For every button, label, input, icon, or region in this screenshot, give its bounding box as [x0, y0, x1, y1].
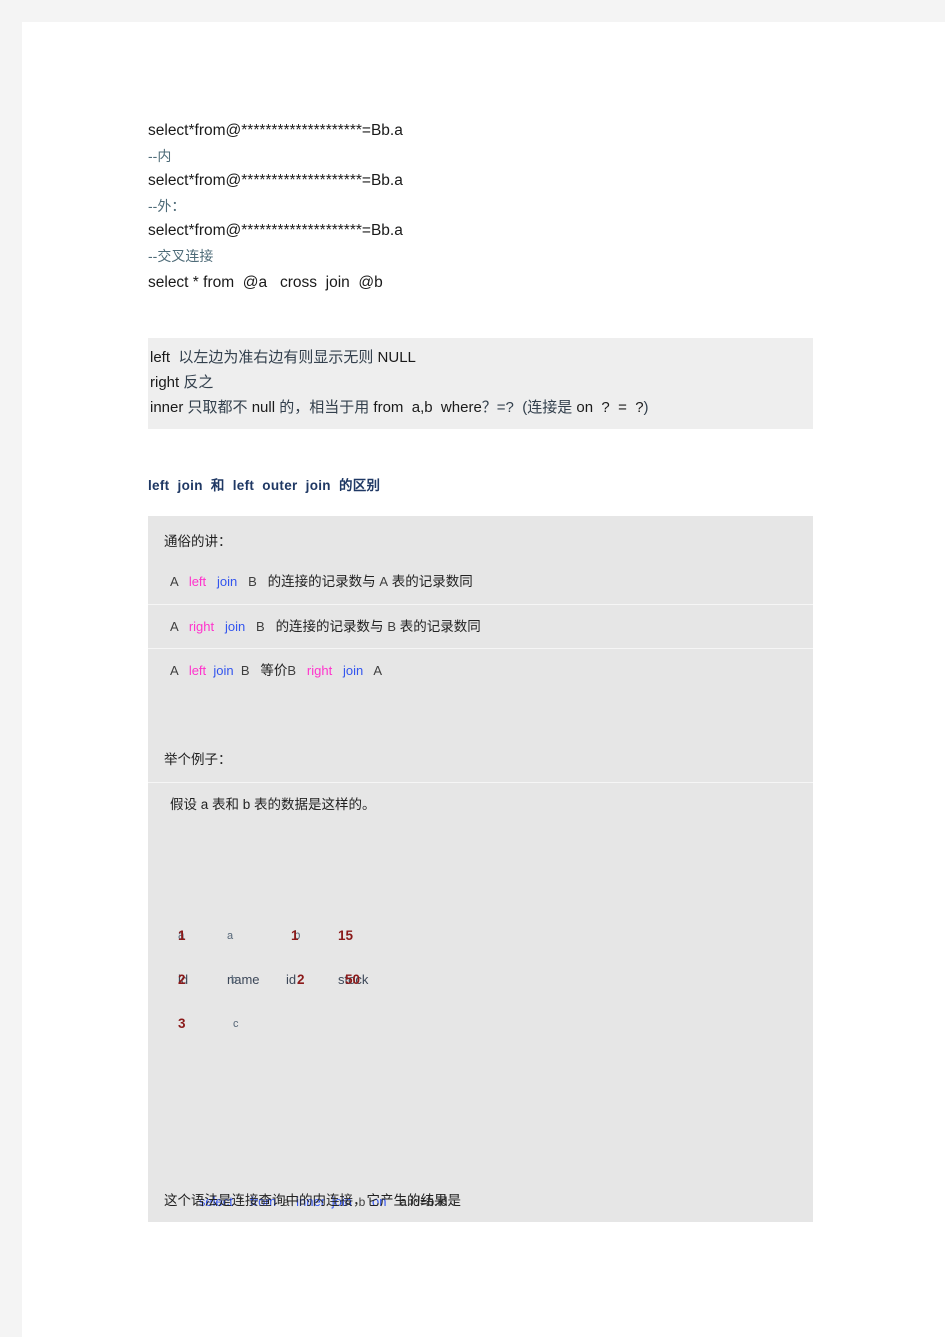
panel-intro-label: 通俗的讲：	[164, 534, 232, 549]
sql-comment-line: --内	[148, 148, 172, 164]
table-cell: 2	[297, 972, 305, 987]
sql-code-line: select*from@********************=Bb.a	[148, 122, 403, 139]
table-cell: 50	[345, 972, 361, 987]
table-row: 3c	[148, 1002, 813, 1046]
panel-example-desc: 假设 a 表和 b 表的数据是这样的。	[148, 782, 813, 826]
join-rule-row: A left join B 等价B right join A	[148, 648, 813, 692]
sql-snippet-block: select*from@********************=Bb.a --内…	[148, 118, 828, 298]
document-page: select*from@********************=Bb.a --内…	[22, 22, 945, 1337]
section-heading: left join 和 left outer join 的区别	[148, 478, 381, 493]
join-rule-row: A right join B 的连接的记录数与 B 表的记录数同	[148, 604, 813, 648]
document-content: select*from@********************=Bb.a --内…	[148, 118, 828, 1222]
table-cell: 1	[178, 928, 186, 943]
sql-comment-line: --外：	[148, 198, 186, 214]
table-cell: 1	[291, 928, 299, 943]
table-cell: 2	[178, 972, 186, 987]
panel-gap-2	[148, 1090, 813, 1136]
sql-comment-line: --交叉连接	[148, 248, 214, 264]
table-row: 1 a 1 15	[148, 914, 813, 958]
sql-cross-join-line: select * from @a cross join @b	[148, 274, 383, 291]
table-cell: 3	[178, 1016, 186, 1031]
table-row: 2 2 b 50	[148, 958, 813, 1002]
note-line: left 以左边为准右边有则显示无则 NULL	[150, 349, 416, 366]
sql-code-line: select*from@********************=Bb.a	[148, 222, 403, 239]
table-cell: b	[231, 974, 238, 986]
note-line: inner 只取都不 null 的，相当于用 from a,b where？=?…	[150, 399, 649, 416]
sql-example-row: select * from a inner join b on a.id=b.i…	[198, 1194, 448, 1209]
panel-gap-1	[148, 692, 813, 738]
panel-closing-text: 这个语法是连接查询中的内连接，它产生的结果是	[164, 1193, 461, 1208]
sql-code-line: select*from@********************=Bb.a	[148, 172, 403, 189]
table-cell: c	[233, 1018, 239, 1030]
table-cell: 15	[338, 928, 354, 943]
table-names-row: ab	[148, 826, 813, 942]
join-semantics-note: left 以左边为准右边有则显示无则 NULL right 反之 inner 只取都…	[148, 338, 813, 429]
table-row-empty	[148, 1046, 813, 1090]
panel-example-label: 举个例子：	[164, 752, 232, 767]
explanation-panel: 通俗的讲： A left join B 的连接的记录数与 A 表的记录数同 A r…	[148, 516, 813, 1222]
table-header-row: id name id stock	[148, 870, 813, 987]
join-rule-row: A left join B 的连接的记录数与 A 表的记录数同	[170, 574, 473, 589]
table-cell: a	[227, 930, 234, 942]
note-line: right 反之	[150, 374, 214, 391]
